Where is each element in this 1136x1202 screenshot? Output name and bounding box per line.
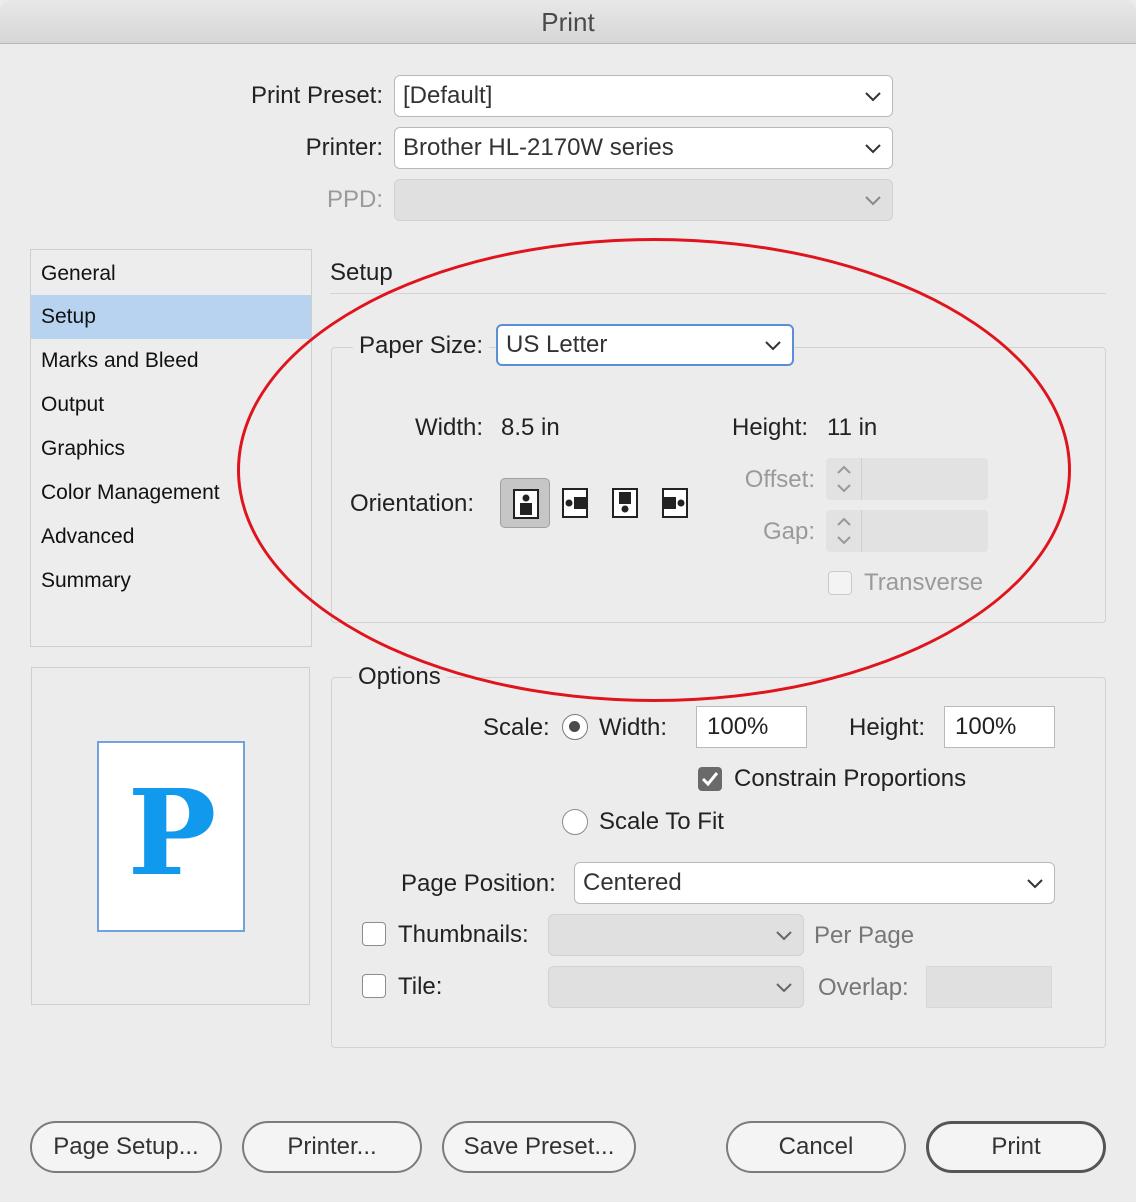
print-preset-value: [Default] xyxy=(403,82,493,109)
page-position-select[interactable]: Centered xyxy=(574,862,1055,904)
page-position-label: Page Position: xyxy=(401,870,556,897)
orientation-landscape-button[interactable] xyxy=(550,478,600,528)
scale-height-input[interactable]: 100% xyxy=(944,706,1055,748)
gap-label: Gap: xyxy=(762,518,815,545)
category-list: General Setup Marks and Bleed Output Gra… xyxy=(30,249,312,647)
paper-width-label: Width: xyxy=(415,414,484,441)
window-title: Print xyxy=(0,0,1136,44)
scale-width-radio[interactable] xyxy=(562,714,588,740)
chevron-down-icon xyxy=(775,981,793,993)
paper-size-value: US Letter xyxy=(506,331,608,358)
reverse-portrait-icon xyxy=(612,488,638,518)
transverse-checkbox xyxy=(828,571,852,595)
constrain-proportions-checkbox[interactable] xyxy=(698,767,722,791)
options-title: Options xyxy=(352,663,447,691)
sidebar-item-setup[interactable]: Setup xyxy=(31,295,311,339)
print-preset-select[interactable]: [Default] xyxy=(394,75,893,117)
chevron-down-icon xyxy=(864,194,882,206)
scale-to-fit-radio[interactable] xyxy=(562,809,588,835)
ppd-select xyxy=(394,179,893,221)
sidebar-item-summary[interactable]: Summary xyxy=(31,559,311,603)
orientation-reverse-landscape-button[interactable] xyxy=(650,478,700,528)
offset-label: Offset: xyxy=(744,466,815,493)
page-setup-button[interactable]: Page Setup... xyxy=(30,1121,222,1173)
paper-height-label: Height: xyxy=(732,414,809,441)
scale-width-input[interactable]: 100% xyxy=(696,706,807,748)
thumbnails-checkbox[interactable] xyxy=(362,922,386,946)
sidebar-item-output[interactable]: Output xyxy=(31,383,311,427)
sidebar-item-advanced[interactable]: Advanced xyxy=(31,515,311,559)
portrait-icon xyxy=(513,489,539,519)
tile-checkbox[interactable] xyxy=(362,974,386,998)
sidebar-item-color-management[interactable]: Color Management xyxy=(31,471,311,515)
printer-button[interactable]: Printer... xyxy=(242,1121,422,1173)
sidebar-item-general[interactable]: General xyxy=(31,252,311,296)
ppd-label: PPD: xyxy=(326,186,383,213)
scale-width-label: Width: xyxy=(599,714,668,741)
sidebar-item-graphics[interactable]: Graphics xyxy=(31,427,311,471)
preview-page: P xyxy=(97,741,245,932)
setup-group xyxy=(331,347,1106,623)
paper-width-value: 8.5 in xyxy=(501,414,560,441)
sidebar-item-marks-and-bleed[interactable]: Marks and Bleed xyxy=(31,339,311,383)
chevron-down-icon xyxy=(1026,877,1044,889)
paper-size-label: Paper Size: xyxy=(353,332,490,360)
transverse-label: Transverse xyxy=(864,569,984,596)
per-page-label: Per Page xyxy=(814,922,915,949)
paper-size-select[interactable]: US Letter xyxy=(496,324,794,366)
landscape-icon xyxy=(562,488,588,518)
print-dialog: Print Print Preset: [Default] Printer: B… xyxy=(0,0,1136,1202)
save-preset-button[interactable]: Save Preset... xyxy=(442,1121,636,1173)
tile-label: Tile: xyxy=(398,973,443,1000)
section-divider xyxy=(330,293,1106,294)
chevron-down-icon xyxy=(775,929,793,941)
scale-height-label: Height: xyxy=(849,714,926,741)
offset-stepper xyxy=(826,458,988,500)
chevron-down-icon xyxy=(864,142,882,154)
printer-select[interactable]: Brother HL-2170W series xyxy=(394,127,893,169)
print-preset-label: Print Preset: xyxy=(250,82,383,109)
overlap-label: Overlap: xyxy=(818,974,909,1001)
chevron-down-icon xyxy=(864,90,882,102)
cancel-button[interactable]: Cancel xyxy=(726,1121,906,1173)
constrain-proportions-label: Constrain Proportions xyxy=(734,765,967,792)
print-button[interactable]: Print xyxy=(926,1121,1106,1173)
printer-label: Printer: xyxy=(305,134,383,161)
scale-label: Scale: xyxy=(483,714,550,741)
gap-stepper xyxy=(826,510,988,552)
printer-value: Brother HL-2170W series xyxy=(403,134,674,161)
reverse-landscape-icon xyxy=(662,488,688,518)
chevron-down-icon xyxy=(764,339,782,351)
scale-to-fit-label: Scale To Fit xyxy=(599,808,724,835)
thumbnails-label: Thumbnails: xyxy=(398,921,529,948)
tile-select xyxy=(548,966,804,1008)
paper-height-value: 11 in xyxy=(827,414,878,441)
overlap-input xyxy=(926,966,1052,1008)
stepper-arrows-icon xyxy=(826,510,862,552)
orientation-label: Orientation: xyxy=(350,490,475,517)
page-preview: P xyxy=(31,667,310,1005)
orientation-reverse-portrait-button[interactable] xyxy=(600,478,650,528)
checkmark-icon xyxy=(701,772,719,787)
thumbnails-select xyxy=(548,914,804,956)
stepper-arrows-icon xyxy=(826,458,862,500)
orientation-portrait-button[interactable] xyxy=(500,478,550,528)
setup-section-title: Setup xyxy=(330,259,393,286)
preview-letter: P xyxy=(127,763,217,902)
page-position-value: Centered xyxy=(583,869,682,896)
